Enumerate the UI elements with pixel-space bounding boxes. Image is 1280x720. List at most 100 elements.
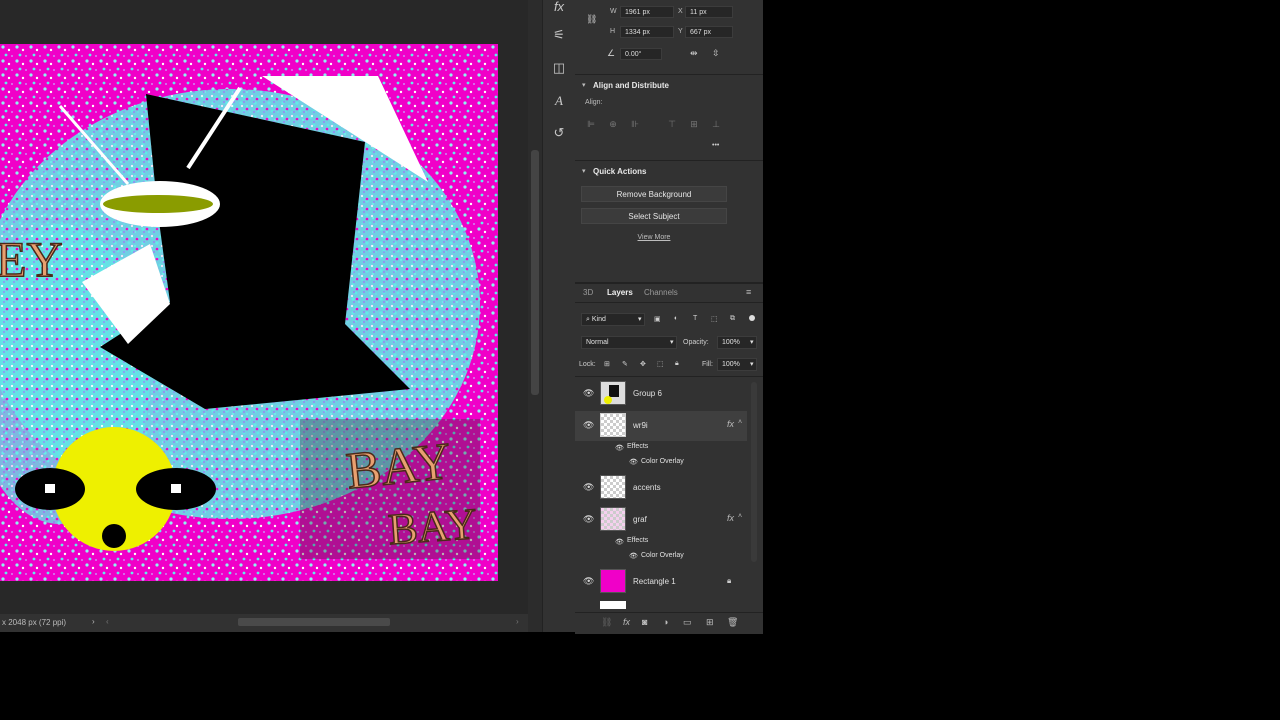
divider [575, 74, 763, 75]
tab-layers[interactable]: Layers [607, 288, 633, 297]
align-top-icon[interactable]: ⊤ [666, 118, 678, 130]
layer-filter-select[interactable]: ⌕ Kind ▾ [581, 313, 645, 326]
layer-thumbnail [600, 475, 626, 499]
layer-row-graf[interactable]: 👁︎ graf fx ˄ [575, 505, 747, 535]
y-field[interactable]: 667 px [685, 26, 733, 38]
canvas-workspace[interactable]: BAY BAY EY [0, 0, 528, 632]
quick-actions-title[interactable]: Quick Actions [593, 167, 647, 176]
document-info: x 2048 px (72 ppi) [2, 618, 67, 627]
chevron-up-icon[interactable]: ˄ [738, 513, 742, 520]
lock-all-icon[interactable]: 🔒︎ [675, 360, 679, 368]
layer-row-group-6[interactable]: 👁︎ Group 6 [575, 379, 747, 409]
styles-icon[interactable]: fx [549, 0, 569, 17]
flip-vertical-icon[interactable]: ⇳ [712, 48, 720, 59]
x-field[interactable]: 11 px [685, 6, 733, 18]
tab-3d[interactable]: 3D [583, 288, 593, 297]
align-right-icon[interactable]: ⊪ [629, 118, 641, 130]
layer-name[interactable]: Rectangle 1 [633, 577, 676, 586]
divider [575, 160, 763, 161]
chevron-down-icon: ▾ [670, 339, 674, 346]
lock-transparent-icon[interactable]: ⊞ [604, 360, 610, 368]
more-options-icon[interactable]: ••• [712, 142, 719, 149]
status-arrow-icon[interactable]: › [92, 617, 95, 626]
filter-toggle-icon[interactable] [749, 315, 755, 321]
layer-effects-icon[interactable]: fx [727, 513, 734, 523]
filter-shape-icon[interactable]: ⬚ [711, 315, 718, 323]
chevron-down-icon[interactable]: ▾ [582, 167, 586, 175]
align-left-icon[interactable]: ⊫ [585, 118, 597, 130]
document-canvas[interactable]: BAY BAY EY [0, 44, 498, 581]
visibility-eye-icon[interactable]: 👁︎ [583, 388, 594, 399]
color-overlay-eye-icon[interactable]: 👁︎ [629, 458, 638, 466]
visibility-eye-icon[interactable]: 👁︎ [583, 514, 594, 525]
layer-row-wr9i[interactable]: 👁︎ wr9i fx ˄ [575, 411, 747, 441]
lock-position-icon[interactable]: ✥ [640, 360, 646, 368]
layer-name[interactable]: Group 6 [633, 389, 662, 398]
effects-label: Effects [627, 537, 649, 544]
chevron-down-icon: ▾ [750, 339, 754, 346]
view-more-link[interactable]: View More [575, 234, 733, 241]
color-overlay-label[interactable]: Color Overlay [641, 458, 684, 465]
visibility-eye-icon[interactable]: 👁︎ [583, 482, 594, 493]
link-layers-icon[interactable]: ⛓ [601, 617, 612, 628]
brush-settings-icon[interactable]: ⚟ [549, 25, 569, 45]
select-subject-button[interactable]: Select Subject [581, 208, 727, 224]
flip-horizontal-icon[interactable]: ⇹ [690, 48, 698, 59]
add-style-icon[interactable]: fx [623, 617, 630, 627]
layer-row-rectangle-1[interactable]: 👁︎ Rectangle 1 🔒︎ [575, 567, 747, 597]
chevron-down-icon[interactable]: ▾ [582, 81, 586, 89]
new-layer-icon[interactable]: ⊞ [706, 617, 714, 628]
add-mask-icon[interactable]: ◙ [642, 617, 647, 627]
align-center-icon[interactable]: ⊕ [607, 118, 619, 130]
align-section-title[interactable]: Align and Distribute [593, 81, 669, 90]
lock-image-icon[interactable]: ✎ [622, 360, 628, 368]
layer-name[interactable]: graf [633, 515, 647, 524]
panel-menu-icon[interactable]: ≡ [746, 287, 751, 297]
fill-field[interactable]: 100% ▾ [717, 358, 757, 371]
layer-row-accents[interactable]: 👁︎ accents [575, 473, 747, 503]
new-group-icon[interactable]: ▭ [683, 617, 692, 628]
effects-eye-icon[interactable]: 👁︎ [615, 444, 624, 452]
filter-type-icon[interactable]: T [693, 315, 697, 322]
opacity-value: 100% [722, 339, 740, 346]
character-icon[interactable]: A [549, 91, 569, 111]
clone-source-icon[interactable]: ◫ [549, 58, 569, 78]
filter-adjustment-icon[interactable]: ◐ [674, 315, 678, 322]
x-label: X [678, 8, 683, 15]
vertical-scrollbar-thumb[interactable] [531, 150, 539, 395]
color-overlay-label[interactable]: Color Overlay [641, 552, 684, 559]
align-bottom-icon[interactable]: ⊥ [710, 118, 722, 130]
align-middle-icon[interactable]: ⊞ [688, 118, 700, 130]
opacity-field[interactable]: 100% ▾ [717, 336, 757, 349]
layer-name[interactable]: wr9i [633, 421, 648, 430]
layer-effects-icon[interactable]: fx [727, 419, 734, 429]
link-dimensions-icon[interactable]: ⛓ [586, 14, 597, 25]
horizontal-scrollbar-thumb[interactable] [238, 618, 390, 626]
height-field[interactable]: 1334 px [620, 26, 674, 38]
tab-channels[interactable]: Channels [644, 288, 678, 297]
layer-name[interactable]: accents [633, 483, 661, 492]
layer-thumbnail-partial [600, 601, 626, 609]
mouth [102, 524, 126, 548]
scroll-left-icon[interactable]: ‹ [106, 617, 109, 626]
delete-layer-icon[interactable]: 🗑︎ [727, 617, 738, 628]
chevron-up-icon[interactable]: ˄ [738, 419, 742, 426]
visibility-eye-icon[interactable]: 👁︎ [583, 420, 594, 431]
layers-scrollbar-thumb[interactable] [751, 382, 757, 562]
effects-eye-icon[interactable]: 👁︎ [615, 538, 624, 546]
remove-background-button[interactable]: Remove Background [581, 186, 727, 202]
scroll-right-icon[interactable]: › [516, 617, 519, 626]
panel-icon-strip: fx ⚟ ◫ A ↺ [542, 0, 576, 632]
lock-artboard-icon[interactable]: ⬚ [657, 360, 664, 368]
angle-field[interactable]: 0.00° [620, 48, 662, 60]
filter-pixel-icon[interactable]: ▣ [654, 315, 661, 323]
right-pupil [171, 484, 181, 493]
graffiti-bay-1: BAY [344, 433, 454, 501]
history-icon[interactable]: ↺ [549, 123, 569, 143]
filter-smart-object-icon[interactable]: ⧉ [730, 315, 735, 323]
color-overlay-eye-icon[interactable]: 👁︎ [629, 552, 638, 560]
width-field[interactable]: 1961 px [620, 6, 674, 18]
new-adjustment-icon[interactable]: ◑ [663, 617, 668, 627]
blend-mode-select[interactable]: Normal ▾ [581, 336, 677, 349]
visibility-eye-icon[interactable]: 👁︎ [583, 576, 594, 587]
